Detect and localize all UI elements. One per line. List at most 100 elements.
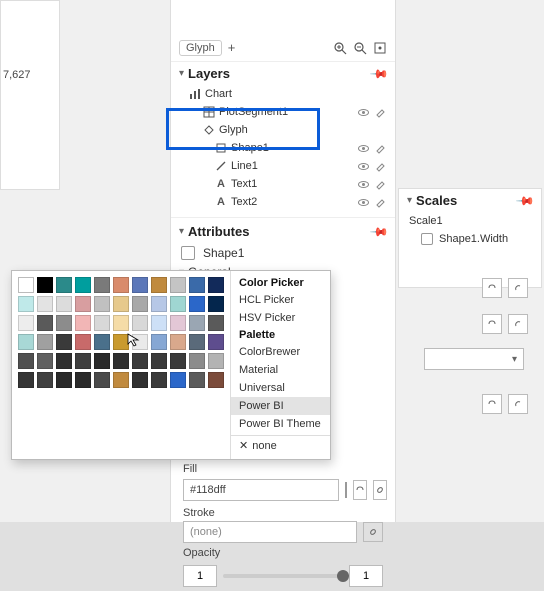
color-swatch[interactable] <box>37 334 53 350</box>
eye-icon[interactable] <box>357 160 370 173</box>
opacity-slider[interactable] <box>223 574 343 578</box>
color-swatch[interactable] <box>94 315 110 331</box>
link-icon[interactable] <box>508 394 528 414</box>
color-swatch[interactable] <box>94 277 110 293</box>
bind-icon[interactable] <box>353 480 367 500</box>
scales-row-scale1[interactable]: Scale1 <box>399 212 541 230</box>
color-swatch[interactable] <box>94 353 110 369</box>
color-swatch[interactable] <box>151 372 167 388</box>
erase-icon[interactable] <box>374 178 387 191</box>
color-swatch[interactable] <box>56 334 72 350</box>
color-swatch[interactable] <box>113 353 129 369</box>
color-swatch[interactable] <box>56 353 72 369</box>
color-swatch[interactable] <box>37 315 53 331</box>
bind-icon[interactable] <box>482 314 502 334</box>
color-swatch[interactable] <box>113 334 129 350</box>
color-swatch[interactable] <box>170 372 186 388</box>
palette-colorbrewer[interactable]: ColorBrewer <box>231 343 330 361</box>
color-swatch[interactable] <box>151 315 167 331</box>
color-swatch[interactable] <box>208 277 224 293</box>
add-glyph-button[interactable]: + <box>228 40 236 55</box>
color-swatch[interactable] <box>189 296 205 312</box>
fill-swatch[interactable] <box>345 482 347 498</box>
shape-dropdown[interactable]: ▾ <box>424 348 524 370</box>
tree-row-shape1[interactable]: Shape1 <box>175 139 391 157</box>
layers-header[interactable]: ▾ Layers 📌 <box>171 62 395 85</box>
color-swatch[interactable] <box>170 334 186 350</box>
hcl-picker-item[interactable]: HCL Picker <box>231 291 330 309</box>
erase-icon[interactable] <box>374 106 387 119</box>
opacity-high-input[interactable] <box>349 565 383 587</box>
fit-icon[interactable] <box>373 41 387 55</box>
color-swatch[interactable] <box>18 334 34 350</box>
opacity-low-input[interactable] <box>183 565 217 587</box>
erase-icon[interactable] <box>374 196 387 209</box>
tree-row-text2[interactable]: A Text2 <box>175 193 391 211</box>
scales-row-shape1-width[interactable]: Shape1.Width <box>399 230 541 248</box>
color-swatch[interactable] <box>151 296 167 312</box>
color-swatch[interactable] <box>151 277 167 293</box>
color-swatch[interactable] <box>113 296 129 312</box>
color-swatch[interactable] <box>132 372 148 388</box>
color-swatch[interactable] <box>75 315 91 331</box>
bind-icon[interactable] <box>482 278 502 298</box>
color-swatch[interactable] <box>75 277 91 293</box>
color-swatch[interactable] <box>18 353 34 369</box>
pin-icon[interactable]: 📌 <box>369 221 389 241</box>
color-swatch[interactable] <box>75 372 91 388</box>
color-swatch[interactable] <box>113 277 129 293</box>
link-icon[interactable] <box>508 314 528 334</box>
hsv-picker-item[interactable]: HSV Picker <box>231 309 330 327</box>
link-icon[interactable] <box>373 480 387 500</box>
color-swatch[interactable] <box>56 296 72 312</box>
eye-icon[interactable] <box>357 106 370 119</box>
color-swatch[interactable] <box>113 315 129 331</box>
glyph-tab[interactable]: Glyph <box>179 40 222 56</box>
color-swatch[interactable] <box>208 372 224 388</box>
color-swatch[interactable] <box>132 334 148 350</box>
link-icon[interactable] <box>508 278 528 298</box>
color-swatch[interactable] <box>208 315 224 331</box>
color-swatch[interactable] <box>75 334 91 350</box>
attributes-header[interactable]: ▾ Attributes 📌 <box>171 217 395 243</box>
color-swatch[interactable] <box>56 315 72 331</box>
color-swatch[interactable] <box>132 353 148 369</box>
color-swatch[interactable] <box>37 277 53 293</box>
tree-row-plotsegment[interactable]: PlotSegment1 <box>175 103 391 121</box>
color-swatch[interactable] <box>37 372 53 388</box>
pin-icon[interactable]: 📌 <box>515 190 535 210</box>
color-swatch[interactable] <box>132 315 148 331</box>
color-swatch[interactable] <box>18 315 34 331</box>
pin-icon[interactable]: 📌 <box>369 63 389 83</box>
palette-universal[interactable]: Universal <box>231 379 330 397</box>
color-swatch[interactable] <box>132 277 148 293</box>
color-swatch[interactable] <box>94 372 110 388</box>
palette-powerbi[interactable]: Power BI <box>231 397 330 415</box>
tree-row-text1[interactable]: A Text1 <box>175 175 391 193</box>
color-swatch[interactable] <box>18 296 34 312</box>
eye-icon[interactable] <box>357 142 370 155</box>
color-swatch[interactable] <box>56 372 72 388</box>
zoom-in-icon[interactable] <box>333 41 347 55</box>
erase-icon[interactable] <box>374 160 387 173</box>
color-swatch[interactable] <box>189 372 205 388</box>
tree-row-chart[interactable]: Chart <box>175 85 391 103</box>
zoom-out-icon[interactable] <box>353 41 367 55</box>
color-swatch[interactable] <box>37 296 53 312</box>
fill-input[interactable] <box>183 479 339 501</box>
palette-powerbi-theme[interactable]: Power BI Theme <box>231 415 330 433</box>
color-swatch[interactable] <box>94 334 110 350</box>
color-swatch[interactable] <box>189 334 205 350</box>
color-swatch[interactable] <box>75 296 91 312</box>
tree-row-glyph[interactable]: Glyph <box>175 121 391 139</box>
color-swatch[interactable] <box>189 315 205 331</box>
palette-none[interactable]: ✕ none <box>231 435 330 455</box>
color-swatch[interactable] <box>170 277 186 293</box>
scales-header[interactable]: ▾ Scales 📌 <box>399 189 541 212</box>
color-swatch[interactable] <box>170 353 186 369</box>
palette-material[interactable]: Material <box>231 361 330 379</box>
tree-row-line1[interactable]: Line1 <box>175 157 391 175</box>
color-swatch[interactable] <box>37 353 53 369</box>
erase-icon[interactable] <box>374 142 387 155</box>
color-swatch[interactable] <box>208 334 224 350</box>
